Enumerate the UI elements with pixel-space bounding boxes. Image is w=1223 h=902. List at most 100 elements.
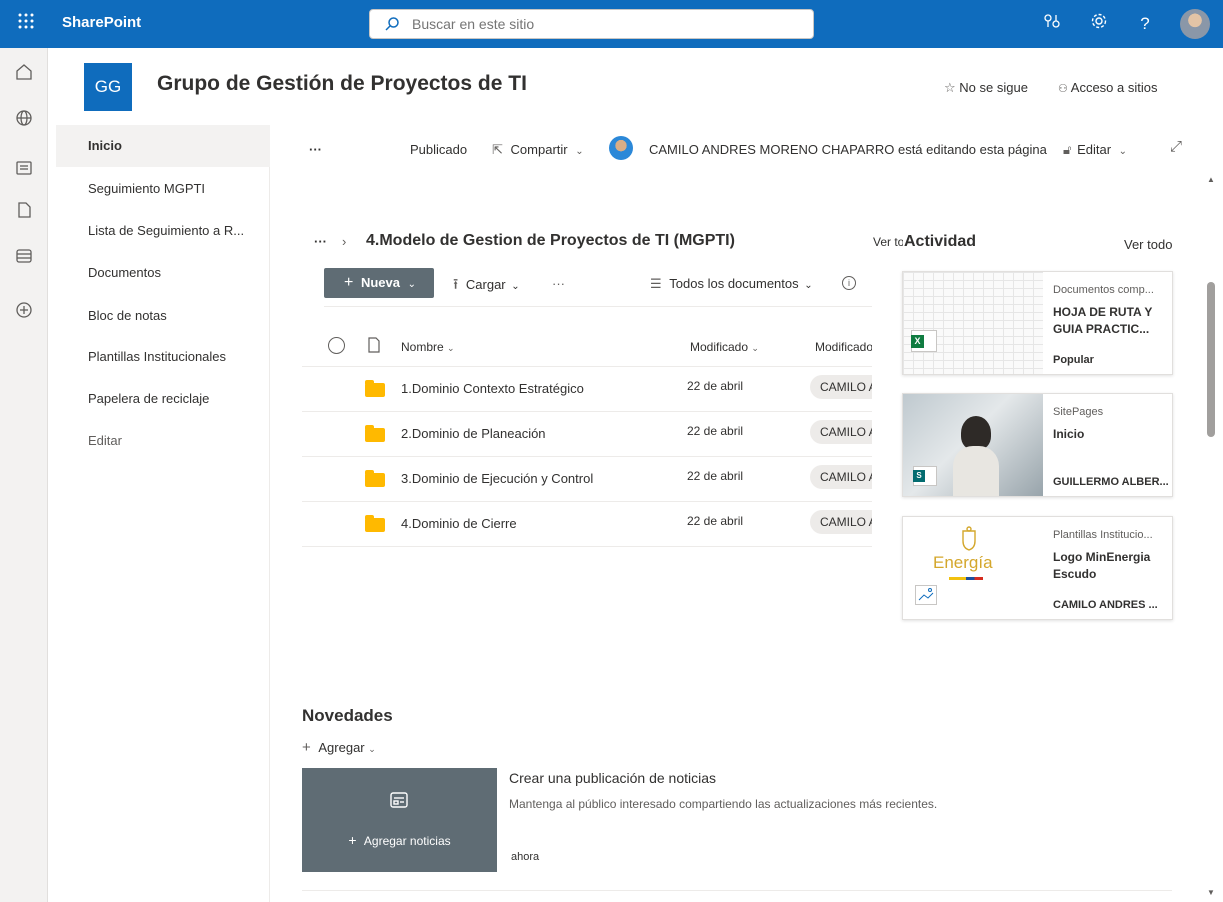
nav-item-inicio[interactable]: Inicio xyxy=(56,125,270,167)
chevron-down-icon: ⌄ xyxy=(368,744,376,754)
table-row[interactable]: 4.Dominio de Cierre 22 de abril CAMILO A… xyxy=(302,502,872,547)
card-title[interactable]: Logo MinEnergia Escudo xyxy=(1053,549,1168,583)
folder-name[interactable]: 2.Dominio de Planeación xyxy=(401,426,546,441)
library-title[interactable]: 4.Modelo de Gestion de Proyectos de TI (… xyxy=(366,232,735,250)
folder-name[interactable]: 4.Dominio de Cierre xyxy=(401,516,517,531)
activity-see-all-link[interactable]: Ver todo xyxy=(1124,237,1172,252)
modified-by-chip[interactable]: CAMILO AN xyxy=(810,465,872,489)
scroll-down-arrow-icon[interactable]: ▼ xyxy=(1207,888,1215,897)
sites-access-button[interactable]: ⚇ Acceso a sitios xyxy=(1058,80,1157,95)
column-modified-by[interactable]: Modificado xyxy=(815,340,872,354)
home-icon[interactable] xyxy=(12,60,36,84)
folder-name[interactable]: 3.Dominio de Ejecución y Control xyxy=(401,471,593,486)
card-category: Plantillas Institucio... xyxy=(1053,529,1153,541)
chevron-down-icon: ⌄ xyxy=(575,146,584,157)
create-news-title[interactable]: Crear una publicación de noticias xyxy=(509,770,716,786)
info-icon[interactable]: i xyxy=(842,276,856,290)
card-title[interactable]: HOJA DE RUTA Y GUIA PRACTIC... xyxy=(1053,304,1168,338)
news-icon xyxy=(390,792,408,808)
activity-card[interactable]: S SitePages Inicio GUILLERMO ALBER... xyxy=(902,393,1173,497)
library-more-button[interactable]: ··· xyxy=(314,234,327,249)
nav-item-plantillas[interactable]: Plantillas Institucionales xyxy=(56,336,270,378)
search-input[interactable] xyxy=(412,14,802,34)
modified-by-chip[interactable]: CAMILO AN xyxy=(810,375,872,399)
published-status: Publicado xyxy=(410,142,468,157)
activity-card[interactable]: X Documentos comp... HOJA DE RUTA Y GUIA… xyxy=(902,271,1173,375)
share-button[interactable]: ⇱ Compartir ⌄ xyxy=(492,142,584,158)
select-all-checkbox[interactable] xyxy=(328,337,345,354)
news-divider xyxy=(302,890,1172,891)
people-icon: ⚇ xyxy=(1058,83,1068,95)
news-section-title: Novedades xyxy=(302,706,393,725)
modified-date: 22 de abril xyxy=(687,424,744,438)
nav-item-bloc-notas[interactable]: Bloc de notas xyxy=(56,295,270,337)
view-selector[interactable]: ☰ Todos los documentos ⌄ xyxy=(650,276,813,292)
upload-label: Cargar xyxy=(465,277,506,292)
nav-item-lista-seguimiento[interactable]: Lista de Seguimiento a R... xyxy=(56,210,270,252)
breadcrumb-chevron-icon: › xyxy=(342,234,347,249)
logo-thumbnail: Energía xyxy=(903,517,1043,619)
nav-edit-link[interactable]: Editar xyxy=(56,420,270,462)
folder-icon xyxy=(365,380,385,397)
card-footer: CAMILO ANDRES ... xyxy=(1053,599,1158,611)
upload-button[interactable]: ⭱ Cargar ⌄ xyxy=(453,274,520,299)
activity-card[interactable]: Energía Plantillas Institucio... Logo Mi… xyxy=(902,516,1173,620)
user-avatar[interactable] xyxy=(1180,9,1210,39)
site-navigation: Inicio Seguimiento MGPTI Lista de Seguim… xyxy=(56,125,270,902)
card-title[interactable]: Inicio xyxy=(1053,426,1168,443)
follow-button[interactable]: ☆ No se sigue xyxy=(944,80,1028,96)
modified-date: 22 de abril xyxy=(687,379,744,393)
expand-icon[interactable]: ⤢ xyxy=(1170,138,1182,155)
folder-name[interactable]: 1.Dominio Contexto Estratégico xyxy=(401,381,584,396)
column-name[interactable]: Nombre ⌄ xyxy=(401,340,455,354)
search-box[interactable] xyxy=(369,9,814,39)
follow-label: No se sigue xyxy=(959,80,1028,95)
add-news-tile[interactable]: + Agregar noticias xyxy=(302,768,497,872)
nav-item-seguimiento[interactable]: Seguimiento MGPTI xyxy=(56,168,270,210)
globe-icon[interactable] xyxy=(12,106,36,130)
sharepoint-brand[interactable]: SharePoint xyxy=(62,14,141,31)
app-bar xyxy=(0,48,48,902)
file-type-icon xyxy=(368,337,380,353)
share-label: Compartir xyxy=(510,142,568,157)
column-name-label: Nombre xyxy=(401,340,444,354)
new-label: Nueva xyxy=(360,275,400,290)
share-network-icon[interactable] xyxy=(1040,12,1064,36)
nav-item-documentos[interactable]: Documentos xyxy=(56,252,270,294)
news-timestamp: ahora xyxy=(511,851,540,863)
card-category: SitePages xyxy=(1053,406,1104,418)
table-row[interactable]: 1.Dominio Contexto Estratégico 22 de abr… xyxy=(302,367,872,412)
help-icon[interactable]: ? xyxy=(1133,12,1157,36)
star-icon: ☆ xyxy=(944,80,956,95)
modified-date: 22 de abril xyxy=(687,514,744,528)
add-circle-icon[interactable] xyxy=(12,298,36,322)
scrollbar-thumb[interactable] xyxy=(1207,282,1215,437)
plus-icon: + xyxy=(348,832,357,848)
new-button[interactable]: + Nueva ⌄ xyxy=(324,268,434,298)
nav-item-papelera[interactable]: Papelera de reciclaje xyxy=(56,378,270,420)
column-modified[interactable]: Modificado ⌄ xyxy=(690,340,759,354)
library-see-all-link[interactable]: Ver todo xyxy=(873,235,903,249)
file-icon[interactable] xyxy=(12,198,36,222)
toolbar-more-button[interactable]: ··· xyxy=(552,276,565,291)
plus-icon: + xyxy=(344,274,354,291)
table-row[interactable]: 2.Dominio de Planeación 22 de abril CAMI… xyxy=(302,412,872,457)
folder-icon xyxy=(365,425,385,442)
site-logo[interactable]: GG xyxy=(84,63,132,111)
edit-button[interactable]: 🔓︎ Editar ⌄ xyxy=(1063,142,1127,158)
scroll-up-arrow-icon[interactable]: ▲ xyxy=(1207,175,1215,184)
site-title[interactable]: Grupo de Gestión de Proyectos de TI xyxy=(157,72,527,96)
modified-by-chip[interactable]: CAMILO AN xyxy=(810,420,872,444)
spreadsheet-thumbnail: X xyxy=(903,272,1043,374)
chevron-down-icon: ⌄ xyxy=(1118,146,1128,157)
news-add-button[interactable]: + Agregar ⌄ xyxy=(302,739,376,756)
lists-icon[interactable] xyxy=(12,244,36,268)
news-icon[interactable] xyxy=(12,156,36,180)
modified-by-chip[interactable]: CAMILO AN xyxy=(810,510,872,534)
card-footer: Popular xyxy=(1053,354,1094,366)
app-launcher-icon[interactable] xyxy=(14,12,38,36)
more-actions-button[interactable]: ··· xyxy=(309,142,322,157)
table-row[interactable]: 3.Dominio de Ejecución y Control 22 de a… xyxy=(302,457,872,502)
settings-icon[interactable] xyxy=(1087,12,1111,36)
share-icon: ⇱ xyxy=(492,142,503,157)
